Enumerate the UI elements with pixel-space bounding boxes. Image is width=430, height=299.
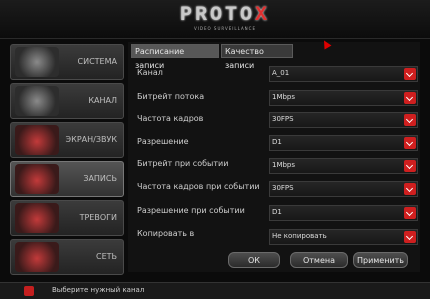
sidebar-item-label: ЗАПИСЬ [83,174,117,183]
event-framerate-label: Частота кадров при событии [137,182,260,191]
info-icon [24,286,34,296]
event-resolution-value: D1 [272,208,282,216]
logo-x: X [255,4,271,27]
status-text: Выберите нужный канал [52,286,145,294]
copy-to-select[interactable]: Не копировать [269,229,418,245]
alarm-icon [15,203,59,233]
event-framerate-value: 30FPS [272,184,294,192]
copy-to-label: Копировать в [137,229,195,238]
event-bitrate-label: Битрейт при событии [137,159,229,168]
framerate-value: 30FPS [272,115,294,123]
event-resolution-label: Разрешение при событии [137,206,245,215]
logo: PROTOX VIDEO SURVEILLANCE [160,4,290,31]
copy-to-value: Не копировать [272,232,327,240]
resolution-select[interactable]: D1 [269,135,418,151]
camera-icon [15,86,59,116]
gears-icon [15,47,59,77]
sidebar-item-label: ЭКРАН/ЗВУК [65,135,117,144]
sidebar-item-label: СИСТЕМА [77,57,117,66]
logo-text: PROTO [179,4,255,27]
channel-value: A_01 [272,69,290,77]
sidebar-item-label: ТРЕВОГИ [79,213,117,222]
tab-record-quality[interactable]: Качество записи [221,44,293,70]
header: PROTOX VIDEO SURVEILLANCE [0,0,430,39]
chevron-down-icon[interactable] [404,207,416,219]
sidebar-item-alarms[interactable]: ТРЕВОГИ [10,200,124,236]
framerate-label: Частота кадров [137,114,204,123]
channel-label: Канал [137,68,163,77]
apply-button[interactable]: Применить [353,252,408,268]
resolution-label: Разрешение [137,137,189,146]
chevron-down-icon[interactable] [404,183,416,195]
chevron-down-icon[interactable] [404,137,416,149]
sidebar-item-label: СЕТЬ [95,252,117,261]
chevron-down-icon[interactable] [404,92,416,104]
sidebar-item-system[interactable]: СИСТЕМА [10,44,124,80]
network-globe-icon [15,242,59,272]
sidebar-item-record[interactable]: ЗАПИСЬ [10,161,124,197]
bitrate-label: Битрейт потока [137,92,205,101]
event-bitrate-value: 1Mbps [272,161,296,169]
chevron-down-icon[interactable] [404,231,416,243]
framerate-select[interactable]: 30FPS [269,112,418,128]
sidebar-item-network[interactable]: СЕТЬ [10,239,124,275]
chevron-down-icon[interactable] [404,114,416,126]
resolution-value: D1 [272,138,282,146]
logo-subtitle: VIDEO SURVEILLANCE [193,26,256,31]
event-bitrate-select[interactable]: 1Mbps [269,158,418,174]
sidebar-item-label: КАНАЛ [88,96,117,105]
chevron-down-icon[interactable] [404,160,416,172]
bitrate-select[interactable]: 1Mbps [269,90,418,106]
monitor-icon [15,125,59,155]
sidebar: СИСТЕМА КАНАЛ ЭКРАН/ЗВУК ЗАПИСЬ ТРЕВОГИ … [10,38,124,275]
channel-select[interactable]: A_01 [269,66,418,82]
status-bar: Выберите нужный канал [0,282,430,299]
sidebar-item-display-audio[interactable]: ЭКРАН/ЗВУК [10,122,124,158]
cancel-button[interactable]: Отмена [290,252,348,268]
event-framerate-select[interactable]: 30FPS [269,181,418,197]
sidebar-item-channel[interactable]: КАНАЛ [10,83,124,119]
ok-button[interactable]: ОК [228,252,280,268]
bitrate-value: 1Mbps [272,93,296,101]
film-reel-icon [15,164,59,194]
tab-record-schedule[interactable]: Расписание записи [131,44,219,70]
event-resolution-select[interactable]: D1 [269,205,418,221]
chevron-down-icon[interactable] [404,68,416,80]
